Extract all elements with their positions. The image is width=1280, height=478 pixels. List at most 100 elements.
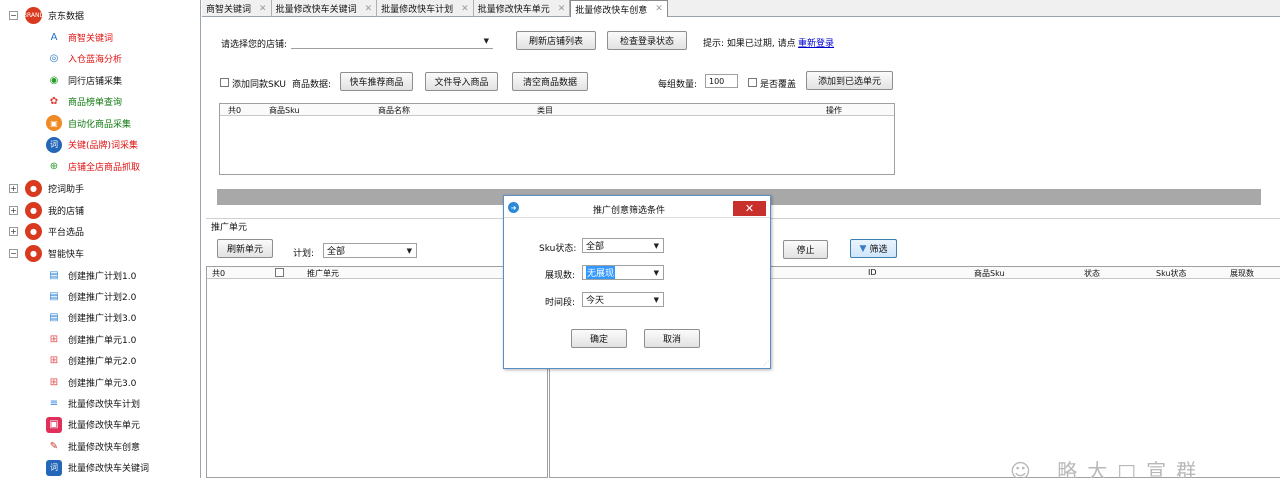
select-all-checkbox[interactable] — [275, 268, 284, 277]
col-name: 商品名称 — [378, 106, 410, 115]
products-grid[interactable]: 共0 商品Sku 商品名称 类目 操作 — [219, 103, 895, 175]
sidebar-item[interactable]: ⊞ 创建推广单元1.0 — [46, 329, 137, 349]
filter-button[interactable]: ▼ 筛选 — [850, 239, 897, 258]
tab-label: 批量修改快车关键词 — [275, 5, 357, 15]
tab-1[interactable]: 批量修改快车关键词 ✕ — [272, 0, 378, 17]
tab-3[interactable]: 批量修改快车单元 ✕ — [474, 0, 571, 17]
period-value: 今天 — [586, 296, 605, 306]
sidebar-item-label: 自动化商品采集 — [68, 119, 132, 130]
shop-select[interactable]: ▼ — [291, 34, 493, 49]
tab-label: 批量修改快车单元 — [477, 5, 550, 15]
add-same-sku-label: 添加同款SKU — [232, 80, 286, 90]
sku-status-select[interactable]: 全部 ▼ — [582, 238, 664, 253]
sidebar-item-label: 创建推广单元3.0 — [68, 378, 137, 389]
expand-icon[interactable]: + — [9, 183, 18, 193]
sidebar-item-label: 批量修改快车计划 — [68, 399, 141, 410]
sidebar-item[interactable]: A 商智关键词 — [46, 27, 113, 47]
sidebar-item[interactable]: ▣ 批量修改快车单元 — [46, 415, 140, 435]
sidebar-item-label: 创建推广单元1.0 — [68, 335, 137, 346]
col-impressions: 展现数 — [1230, 269, 1254, 278]
plan-select[interactable]: 全部 ▼ — [323, 243, 417, 258]
unit-grid-icon: ⊞ — [49, 333, 59, 345]
sidebar-category-label: 智能快车 — [48, 249, 85, 260]
sidebar-item[interactable]: 词关键(品牌)词采集 — [46, 135, 138, 155]
sidebar-category-2[interactable]: + ● 我的店铺 — [0, 200, 84, 220]
refresh-units-button[interactable]: 刷新单元 — [217, 239, 273, 258]
chevron-down-icon: ▼ — [406, 246, 412, 255]
sidebar-category-1[interactable]: + ● 挖词助手 — [0, 178, 84, 198]
dialog-titlebar[interactable]: ➜ 推广创意筛选条件 ✕ — [504, 196, 770, 218]
group-count-input[interactable]: 100 — [705, 74, 738, 88]
sidebar-category-4[interactable]: − ● 智能快车 — [0, 243, 84, 263]
col-sku: 商品Sku — [269, 106, 300, 115]
cancel-button[interactable]: 取消 — [644, 329, 700, 348]
close-icon[interactable]: ✕ — [558, 4, 566, 14]
collapse-icon[interactable]: − — [9, 248, 18, 258]
sidebar-item[interactable]: ▤ 创建推广计划3.0 — [46, 308, 136, 328]
sidebar-category-0[interactable]: − BRAND 京东数据 — [0, 5, 84, 25]
sidebar-category-3[interactable]: + ● 平台选品 — [0, 221, 84, 241]
unit-grid-icon: ⊞ — [49, 376, 59, 388]
resize-grip-icon[interactable]: ⋰ — [763, 360, 769, 367]
sidebar-item[interactable]: ≡ 批量修改快车计划 — [46, 393, 140, 413]
product-data-label: 商品数据: — [292, 80, 332, 90]
add-to-unit-button[interactable]: 添加到已选单元 — [806, 71, 893, 90]
clear-products-button[interactable]: 清空商品数据 — [512, 72, 588, 91]
eye-icon: ◉ — [49, 74, 59, 86]
sidebar-item[interactable]: ▤ 创建推广计划2.0 — [46, 286, 136, 306]
stop-button[interactable]: 停止 — [783, 240, 828, 259]
override-checkbox[interactable] — [748, 78, 757, 87]
auto-collect-icon: ▣ — [46, 115, 62, 131]
file-import-button[interactable]: 文件导入商品 — [425, 72, 498, 91]
sidebar-item-label: 创建推广计划2.0 — [68, 292, 137, 303]
close-icon[interactable]: ✕ — [461, 4, 469, 14]
close-icon[interactable]: ✕ — [655, 4, 663, 14]
app-logo-icon: ➜ — [508, 202, 519, 213]
sidebar-item[interactable]: ⊕ 店铺全店商品抓取 — [46, 156, 140, 176]
tab-label: 商智关键词 — [206, 5, 252, 15]
collapse-icon[interactable]: − — [9, 10, 18, 20]
tab-0[interactable]: 商智关键词 ✕ — [202, 0, 272, 17]
close-icon[interactable]: ✕ — [365, 4, 373, 14]
add-same-sku-checkbox[interactable] — [220, 78, 229, 87]
impression-select[interactable]: 无展现 ▼ — [582, 265, 664, 280]
word-helper-icon: ● — [25, 179, 42, 197]
sku-status-value: 全部 — [586, 242, 605, 252]
check-login-button[interactable]: 检查登录状态 — [607, 31, 687, 50]
sidebar-item-label: 批量修改快车创意 — [68, 442, 141, 453]
tab-4[interactable]: 批量修改快车创意 ✕ — [570, 0, 668, 17]
express-recommend-button[interactable]: 快车推荐商品 — [340, 72, 413, 91]
sidebar-item[interactable]: ▣ 自动化商品采集 — [46, 113, 131, 133]
tab-2[interactable]: 批量修改快车计划 ✕ — [377, 0, 474, 17]
expand-icon[interactable]: + — [9, 205, 18, 215]
sidebar-item[interactable]: ◉ 同行店铺采集 — [46, 70, 122, 90]
sidebar-category-label: 京东数据 — [48, 11, 85, 22]
sidebar-item[interactable]: ◎ 入仓蓝海分析 — [46, 49, 122, 69]
chevron-down-icon: ▼ — [483, 37, 489, 45]
sidebar-item[interactable]: ▤ 创建推广计划1.0 — [46, 265, 136, 285]
sidebar-item[interactable]: ✿ 商品榜单查询 — [46, 92, 122, 112]
dialog-title: 推广创意筛选条件 — [593, 206, 666, 216]
units-section-label: 推广单元 — [211, 223, 248, 233]
sidebar-item-label: 批量修改快车关键词 — [68, 464, 150, 475]
refresh-shops-button[interactable]: 刷新店铺列表 — [516, 31, 596, 50]
sidebar-item[interactable]: ⊞ 创建推广单元3.0 — [46, 372, 137, 392]
filter-icon: ▼ — [859, 243, 867, 254]
period-label: 时间段: — [545, 298, 576, 308]
group-count-label: 每组数量: — [658, 80, 698, 90]
close-button[interactable]: ✕ — [733, 201, 766, 216]
units-grid[interactable]: 共0 推广单元 — [206, 266, 548, 478]
sidebar-item[interactable]: ⊞ 创建推广单元2.0 — [46, 351, 137, 371]
close-icon[interactable]: ✕ — [259, 4, 267, 14]
relogin-link[interactable]: 重新登录 — [798, 36, 834, 49]
confirm-button[interactable]: 确定 — [571, 329, 627, 348]
col-id: ID — [868, 268, 877, 277]
chevron-down-icon: ▼ — [653, 268, 659, 277]
sidebar-item[interactable]: ✎ 批量修改快车创意 — [46, 436, 140, 456]
period-select[interactable]: 今天 ▼ — [582, 292, 664, 307]
sidebar-item[interactable]: 词批量修改快车关键词 — [46, 458, 149, 478]
sidebar-tree: − BRAND 京东数据 A 商智关键词 ◎ 入仓蓝海分析 ◉ 同行店铺采集 ✿ 商品榜单查询 ▣ 自动… — [0, 0, 201, 478]
sidebar-item-label: 同行店铺采集 — [68, 76, 123, 87]
sidebar-item-label: 店铺全店商品抓取 — [68, 162, 141, 173]
expand-icon[interactable]: + — [9, 226, 18, 236]
